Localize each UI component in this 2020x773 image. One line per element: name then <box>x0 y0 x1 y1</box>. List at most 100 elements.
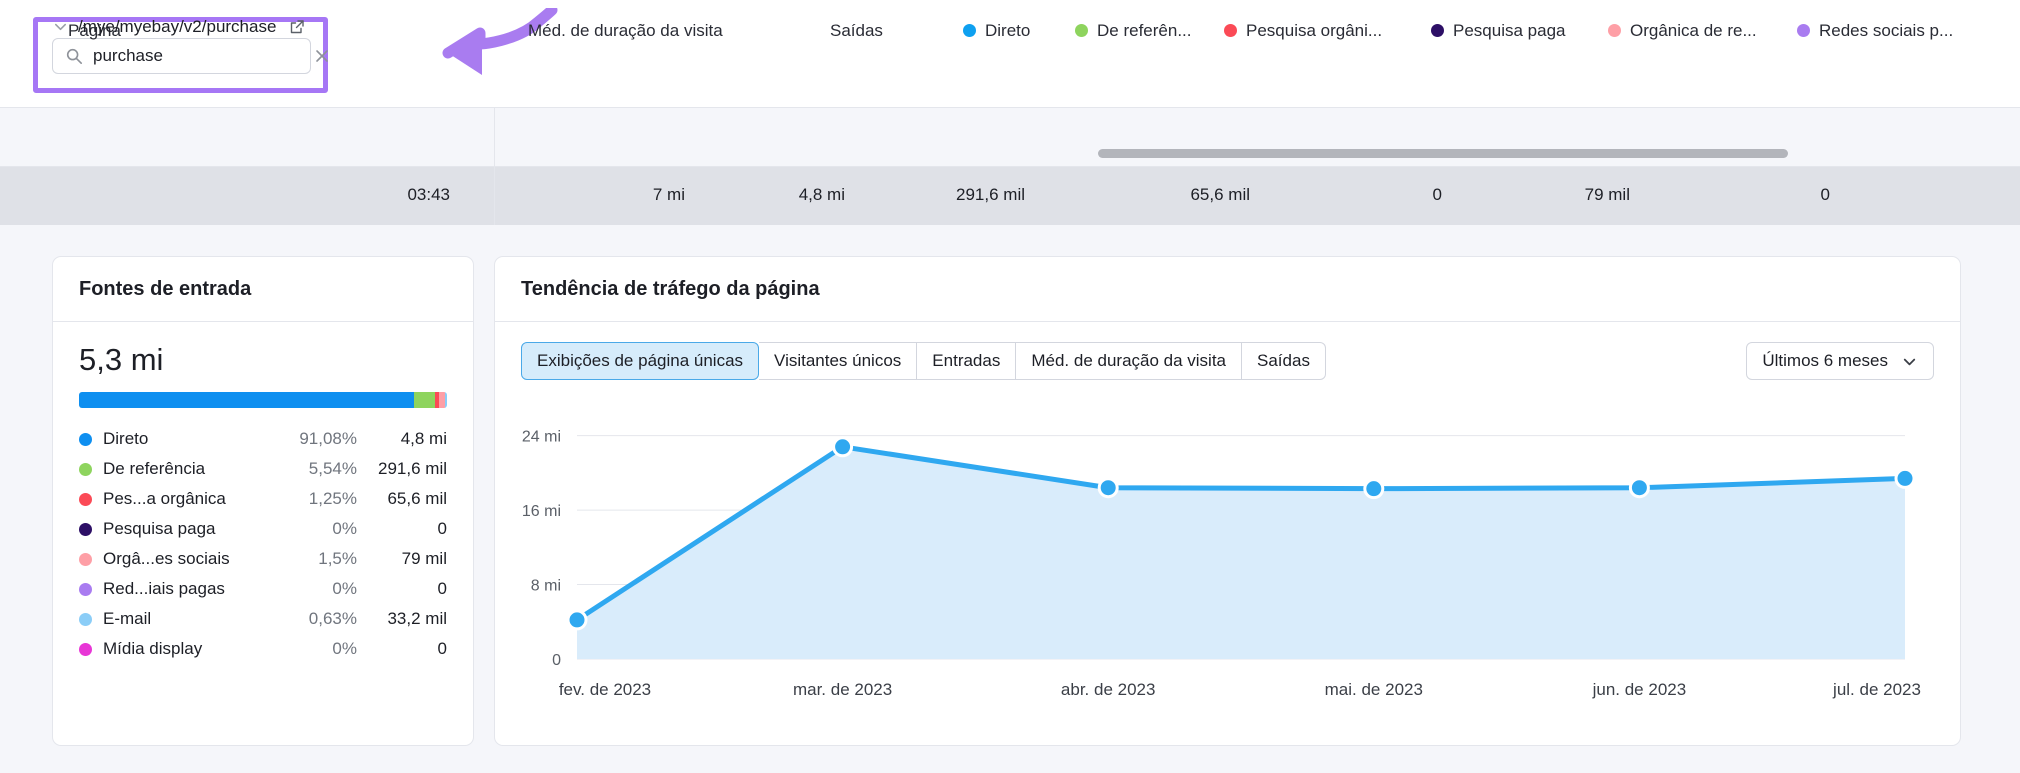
row-value-pesquisa-paga: 0 <box>1432 185 1442 204</box>
search-box[interactable] <box>52 38 328 74</box>
chart-data-point[interactable] <box>832 436 854 458</box>
row-value-referencia: 291,6 mil <box>956 185 1025 204</box>
tab-exibi-es-de-p-gina-nicas[interactable]: Exibições de página únicas <box>521 342 760 380</box>
row-page-url[interactable]: /mye/myebay/v2/purchase <box>78 18 276 35</box>
tab-visitantes-nicos[interactable]: Visitantes únicos <box>759 342 918 380</box>
source-value: 0 <box>437 579 447 598</box>
search-zone <box>0 0 2020 107</box>
tab-entradas[interactable]: Entradas <box>917 342 1017 380</box>
legend-dot-pesquisa-paga <box>1431 24 1444 37</box>
y-axis-tick-label: 8 mi <box>531 578 561 595</box>
row-value-direto: 4,8 mi <box>798 185 845 204</box>
y-axis-tick-label: 16 mi <box>522 503 561 520</box>
source-row[interactable]: Pesquisa paga 0% 0 <box>53 514 473 544</box>
source-percent: 0% <box>332 519 357 538</box>
column-header-referencia: De referên... <box>1075 22 1192 39</box>
x-axis-tick-label: fev. de 2023 <box>559 680 651 699</box>
column-header-duracao: Méd. de duração da visita <box>528 21 723 40</box>
column-header-saidas: Saídas <box>830 21 883 40</box>
entry-sources-card: Fontes de entrada 5,3 mi Direto 91,08% 4,8… <box>52 256 474 746</box>
stacked-bar-segment-1 <box>414 392 435 408</box>
column-header-pesquisa-paga: Pesquisa paga <box>1431 22 1565 39</box>
source-value: 65,6 mil <box>387 489 447 508</box>
external-link-icon[interactable] <box>289 19 305 35</box>
row-value-saidas: 7 mi <box>652 185 685 204</box>
source-color-dot <box>79 492 92 506</box>
traffic-trend-title: Tendência de tráfego da página <box>521 278 820 300</box>
tab-sa-das[interactable]: Saídas <box>1242 342 1326 380</box>
period-select-label: Últimos 6 meses <box>1762 351 1888 370</box>
source-row[interactable]: Orgâ...es sociais 1,5% 79 mil <box>53 544 473 574</box>
source-percent: 91,08% <box>299 429 357 448</box>
legend-dot-referencia <box>1075 24 1088 37</box>
source-row[interactable]: Mídia display 0% 0 <box>53 634 473 664</box>
source-color-dot <box>79 612 92 626</box>
source-row[interactable]: Direto 91,08% 4,8 mi <box>53 424 473 454</box>
source-value: 0 <box>437 519 447 538</box>
column-header-pesquisa-organica: Pesquisa orgâni... <box>1224 22 1382 39</box>
source-name: Pes...a orgânica <box>103 489 226 508</box>
y-axis-tick-label: 0 <box>552 652 561 669</box>
chevron-down-icon <box>1903 358 1916 365</box>
source-name: Orgâ...es sociais <box>103 549 230 568</box>
column-header-direto: Direto <box>963 22 1030 39</box>
entry-sources-title: Fontes de entrada <box>79 278 252 300</box>
chart-data-point[interactable] <box>1894 467 1916 489</box>
source-percent: 0,63% <box>308 609 357 628</box>
x-axis-tick-label: jul. de 2023 <box>1832 680 1921 699</box>
source-value: 79 mil <box>401 549 447 568</box>
tab-m-d-de-dura-o-da-visita[interactable]: Méd. de duração da visita <box>1016 342 1243 380</box>
legend-dot-direto <box>963 24 976 37</box>
x-axis-tick-label: jun. de 2023 <box>1592 680 1687 699</box>
close-icon[interactable] <box>314 48 330 64</box>
chart-data-point[interactable] <box>1363 478 1385 500</box>
y-axis-tick-label: 24 mi <box>522 429 561 446</box>
entry-sources-total: 5,3 mi <box>79 342 164 377</box>
source-percent: 1,25% <box>308 489 357 508</box>
source-row[interactable]: Pes...a orgânica 1,25% 65,6 mil <box>53 484 473 514</box>
source-name: Mídia display <box>103 639 203 658</box>
source-row[interactable]: Red...iais pagas 0% 0 <box>53 574 473 604</box>
row-value-pesquisa-organica: 65,6 mil <box>1190 185 1250 204</box>
legend-dot-redes-sociais-pagas <box>1797 24 1810 37</box>
chart-data-point[interactable] <box>1628 477 1650 499</box>
source-name: E-mail <box>103 609 152 628</box>
x-axis-tick-label: mar. de 2023 <box>793 680 892 699</box>
source-percent: 0% <box>332 639 357 658</box>
source-color-dot <box>79 462 92 476</box>
source-name: De referência <box>103 459 206 478</box>
source-value: 4,8 mi <box>400 429 447 448</box>
source-value: 0 <box>437 639 447 658</box>
table-header <box>0 107 2020 167</box>
source-name: Red...iais pagas <box>103 579 225 598</box>
source-color-dot <box>79 432 92 446</box>
row-page-cell[interactable]: /mye/myebay/v2/purchase <box>52 18 305 35</box>
source-row[interactable]: De referência 5,54% 291,6 mil <box>53 454 473 484</box>
column-header-redes-sociais-pagas: Redes sociais p... <box>1797 22 1953 39</box>
chart-data-point[interactable] <box>1097 477 1119 499</box>
traffic-trend-card: Tendência de tráfego da página Exibições… <box>494 256 1961 746</box>
metric-tabs: Exibições de página únicas Visitantes úni… <box>521 342 1326 380</box>
source-percent: 0% <box>332 579 357 598</box>
source-value: 33,2 mil <box>387 609 447 628</box>
column-header-organica-redes: Orgânica de re... <box>1608 22 1757 39</box>
chevron-down-icon[interactable] <box>52 18 69 35</box>
period-select[interactable]: Últimos 6 meses <box>1746 342 1934 380</box>
source-color-dot <box>79 522 92 536</box>
source-row[interactable]: E-mail 0,63% 33,2 mil <box>53 604 473 634</box>
source-percent: 1,5% <box>318 549 357 568</box>
row-value-duracao: 03:43 <box>407 185 450 204</box>
chart-data-point[interactable] <box>566 609 588 631</box>
x-axis-tick-label: mai. de 2023 <box>1325 680 1423 699</box>
source-color-dot <box>79 582 92 596</box>
source-name: Direto <box>103 429 149 448</box>
row-value-organica-redes: 79 mil <box>1584 185 1630 204</box>
search-icon <box>65 47 83 65</box>
source-name: Pesquisa paga <box>103 519 216 538</box>
horizontal-scrollbar[interactable] <box>1098 149 1788 158</box>
legend-dot-organica-redes <box>1608 24 1621 37</box>
row-value-redes-sociais-pagas: 0 <box>1820 185 1830 204</box>
source-value: 291,6 mil <box>378 459 447 478</box>
search-input[interactable] <box>93 46 314 66</box>
x-axis-tick-label: abr. de 2023 <box>1061 680 1156 699</box>
